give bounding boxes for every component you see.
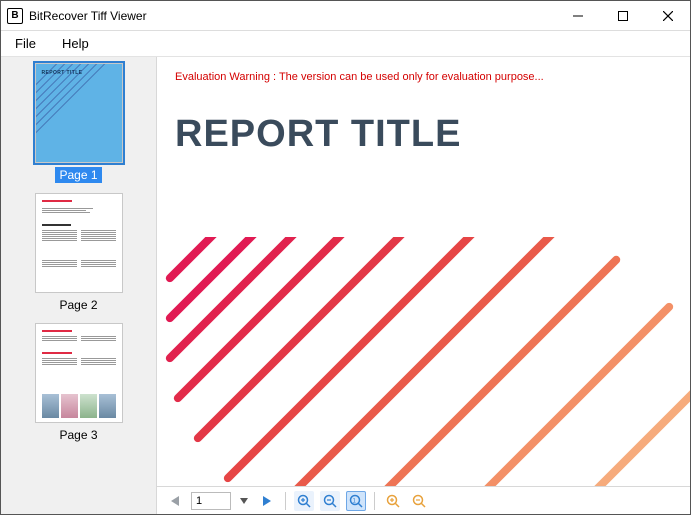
thumbnail-panel[interactable]: REPORT TITLE Page 1: [1, 57, 157, 514]
viewer-area: Evaluation Warning : The version can be …: [157, 57, 690, 514]
thumbnail-item[interactable]: Page 2: [35, 193, 123, 313]
page-graphic: [157, 237, 690, 486]
content-area: REPORT TITLE Page 1: [1, 57, 690, 514]
app-icon: B: [7, 8, 23, 24]
window-title: BitRecover Tiff Viewer: [29, 9, 147, 23]
menubar: File Help: [1, 31, 690, 57]
thumbnail-label: Page 1: [55, 167, 101, 183]
thumbnail-image[interactable]: REPORT TITLE: [35, 63, 123, 163]
thumbnail-item[interactable]: Page 3: [35, 323, 123, 443]
minimize-button[interactable]: [555, 1, 600, 30]
prev-page-button[interactable]: [165, 491, 185, 511]
evaluation-warning: Evaluation Warning : The version can be …: [157, 57, 690, 83]
page-number-input[interactable]: [191, 492, 231, 510]
page-title: REPORT TITLE: [157, 83, 690, 156]
app-window: B BitRecover Tiff Viewer File Help REPOR…: [0, 0, 691, 515]
viewer-toolbar: 1: [157, 486, 690, 514]
svg-text:1: 1: [353, 498, 357, 504]
fit-page-button[interactable]: [294, 491, 314, 511]
thumbnail-label: Page 2: [55, 297, 101, 313]
thumbnail-image[interactable]: [35, 193, 123, 293]
thumbnail-image[interactable]: [35, 323, 123, 423]
menu-help[interactable]: Help: [58, 34, 93, 53]
actual-size-button[interactable]: 1: [346, 491, 366, 511]
titlebar: B BitRecover Tiff Viewer: [1, 1, 690, 31]
thumbnail-label: Page 3: [55, 427, 101, 443]
zoom-in-button[interactable]: [383, 491, 403, 511]
thumbnail-item[interactable]: REPORT TITLE Page 1: [35, 63, 123, 183]
page-canvas[interactable]: Evaluation Warning : The version can be …: [157, 57, 690, 486]
zoom-out-button[interactable]: [409, 491, 429, 511]
page-dropdown-button[interactable]: [237, 492, 251, 510]
next-page-button[interactable]: [257, 491, 277, 511]
fit-width-button[interactable]: [320, 491, 340, 511]
maximize-button[interactable]: [600, 1, 645, 30]
document-page: Evaluation Warning : The version can be …: [157, 57, 690, 486]
close-button[interactable]: [645, 1, 690, 30]
menu-file[interactable]: File: [11, 34, 40, 53]
